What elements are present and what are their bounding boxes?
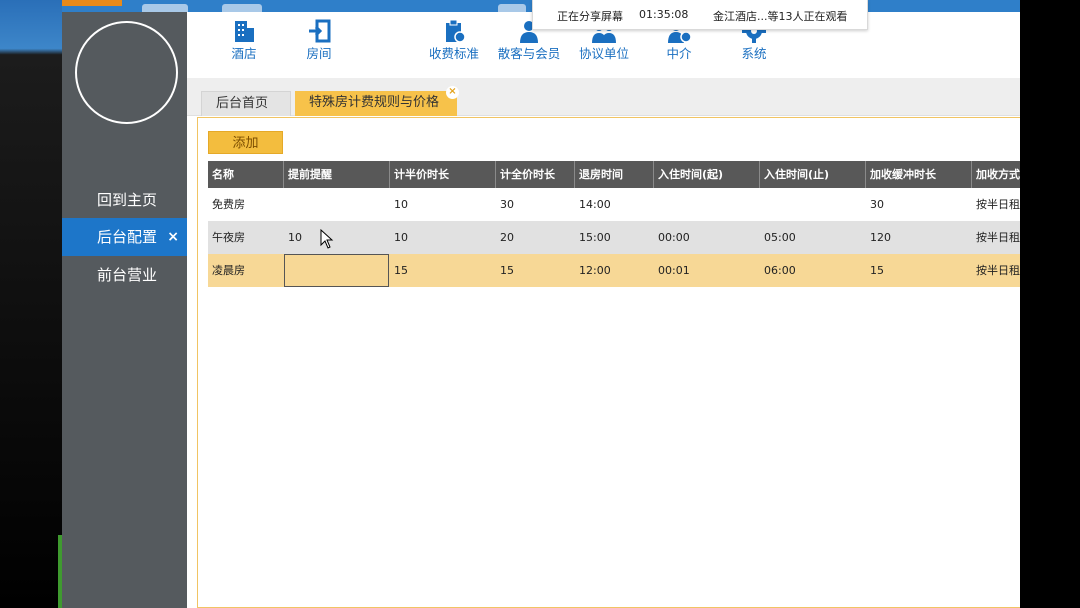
- sidebar-item-label: 回到主页: [97, 191, 158, 209]
- table-cell[interactable]: [654, 188, 760, 221]
- toolbar-hotel-button[interactable]: 酒店: [208, 12, 280, 62]
- toolbar-fee-standard-button[interactable]: 收费标准: [418, 12, 490, 62]
- sidebar-item-home[interactable]: 回到主页: [62, 181, 187, 219]
- sidebar: 回到主页 后台配置 × 前台营业: [62, 12, 187, 608]
- close-icon[interactable]: ×: [446, 86, 459, 99]
- tab-backend-home[interactable]: 后台首页: [201, 91, 291, 116]
- column-header[interactable]: 提前提醒: [284, 161, 390, 188]
- table-cell[interactable]: [284, 188, 390, 221]
- table-cell-editor[interactable]: [284, 254, 389, 287]
- avatar[interactable]: [75, 21, 178, 124]
- window-accent: [62, 0, 122, 6]
- toolbar-label: 酒店: [231, 46, 257, 61]
- sidebar-item-label: 后台配置: [97, 228, 158, 246]
- building-icon: [235, 21, 254, 42]
- column-header[interactable]: 入住时间(止): [760, 161, 866, 188]
- table-cell[interactable]: 30: [866, 188, 972, 221]
- app-window: 回到主页 后台配置 × 前台营业 酒店 房间 收费标准 散客与会员 协议单位 中…: [62, 0, 1020, 608]
- table-cell[interactable]: 15: [496, 254, 575, 287]
- table-cell[interactable]: 00:01: [654, 254, 760, 287]
- table-cell[interactable]: [760, 188, 866, 221]
- toolbar-label: 协议单位: [578, 46, 629, 61]
- share-status: 正在分享屏幕: [557, 10, 623, 23]
- table-cell[interactable]: 05:00: [760, 221, 866, 254]
- table-cell[interactable]: 30: [496, 188, 575, 221]
- table-cell[interactable]: 10: [390, 188, 496, 221]
- content-panel: 添加 名称 提前提醒 计半价时长 计全价时长 退房时间 入住时间(起) 入住时间…: [197, 117, 1020, 608]
- desktop-left-edge: [0, 0, 62, 608]
- table-cell[interactable]: 15: [866, 254, 972, 287]
- table-cell[interactable]: 午夜房: [208, 221, 284, 254]
- table-cell[interactable]: 20: [496, 221, 575, 254]
- column-header[interactable]: 入住时间(起): [654, 161, 760, 188]
- table-cell[interactable]: 12:00: [575, 254, 654, 287]
- table-cell[interactable]: 10: [284, 221, 390, 254]
- sidebar-item-backend-config[interactable]: 后台配置 ×: [62, 218, 187, 256]
- table-cell[interactable]: 按半日租: [972, 254, 1020, 287]
- toolbar-label: 系统: [741, 46, 767, 61]
- column-header[interactable]: 退房时间: [575, 161, 654, 188]
- share-timer: 01:35:08: [639, 8, 689, 21]
- share-viewers[interactable]: 金江酒店...等13人正在观看: [713, 8, 848, 24]
- table-row-selected[interactable]: 凌晨房 15 15 12:00 00:01 06:00 15 按半日租: [208, 254, 1020, 287]
- clipboard-icon: [446, 19, 466, 43]
- screen-share-banner[interactable]: 正在分享屏幕 01:35:08 金江酒店...等13人正在观看: [532, 0, 868, 30]
- toolbar-label: 散客与会员: [497, 46, 561, 61]
- column-header[interactable]: 加收方式: [972, 161, 1020, 188]
- toolbar-room-button[interactable]: 房间: [283, 12, 355, 62]
- tab-bar: 后台首页 特殊房计费规则与价格 ×: [187, 78, 1020, 116]
- sidebar-item-front-desk[interactable]: 前台营业: [62, 256, 187, 294]
- toolbar-label: 中介: [666, 46, 692, 61]
- table-cell[interactable]: 120: [866, 221, 972, 254]
- table-cell[interactable]: 免费房: [208, 188, 284, 221]
- table-cell[interactable]: 14:00: [575, 188, 654, 221]
- table-cell[interactable]: 00:00: [654, 221, 760, 254]
- close-icon[interactable]: ×: [167, 218, 179, 256]
- screen-right-edge: [1020, 0, 1080, 608]
- add-button[interactable]: 添加: [208, 131, 283, 154]
- tab-label: 后台首页: [216, 96, 269, 111]
- table-cell[interactable]: 15:00: [575, 221, 654, 254]
- table-cell[interactable]: 凌晨房: [208, 254, 284, 287]
- tab-special-room-rules[interactable]: 特殊房计费规则与价格 ×: [295, 86, 459, 116]
- table-cell[interactable]: 按半日租: [972, 188, 1020, 221]
- table-cell[interactable]: 按半日租: [972, 221, 1020, 254]
- column-header[interactable]: 计全价时长: [496, 161, 575, 188]
- column-header[interactable]: 计半价时长: [390, 161, 496, 188]
- toolbar-label: 房间: [306, 46, 332, 61]
- tab-label: 特殊房计费规则与价格: [309, 95, 440, 110]
- table-cell[interactable]: 15: [390, 254, 496, 287]
- column-header[interactable]: 加收缓冲时长: [866, 161, 972, 188]
- table-cell[interactable]: 06:00: [760, 254, 866, 287]
- column-header[interactable]: 名称: [208, 161, 284, 188]
- table-header: 名称 提前提醒 计半价时长 计全价时长 退房时间 入住时间(起) 入住时间(止)…: [208, 161, 1020, 188]
- table-cell[interactable]: 10: [390, 221, 496, 254]
- table-row[interactable]: 免费房 10 30 14:00 30 按半日租: [208, 188, 1020, 221]
- sidebar-item-label: 前台营业: [97, 266, 158, 284]
- mouse-cursor-icon: [320, 229, 334, 249]
- toolbar-label: 收费标准: [428, 46, 479, 61]
- door-enter-icon: [309, 19, 331, 43]
